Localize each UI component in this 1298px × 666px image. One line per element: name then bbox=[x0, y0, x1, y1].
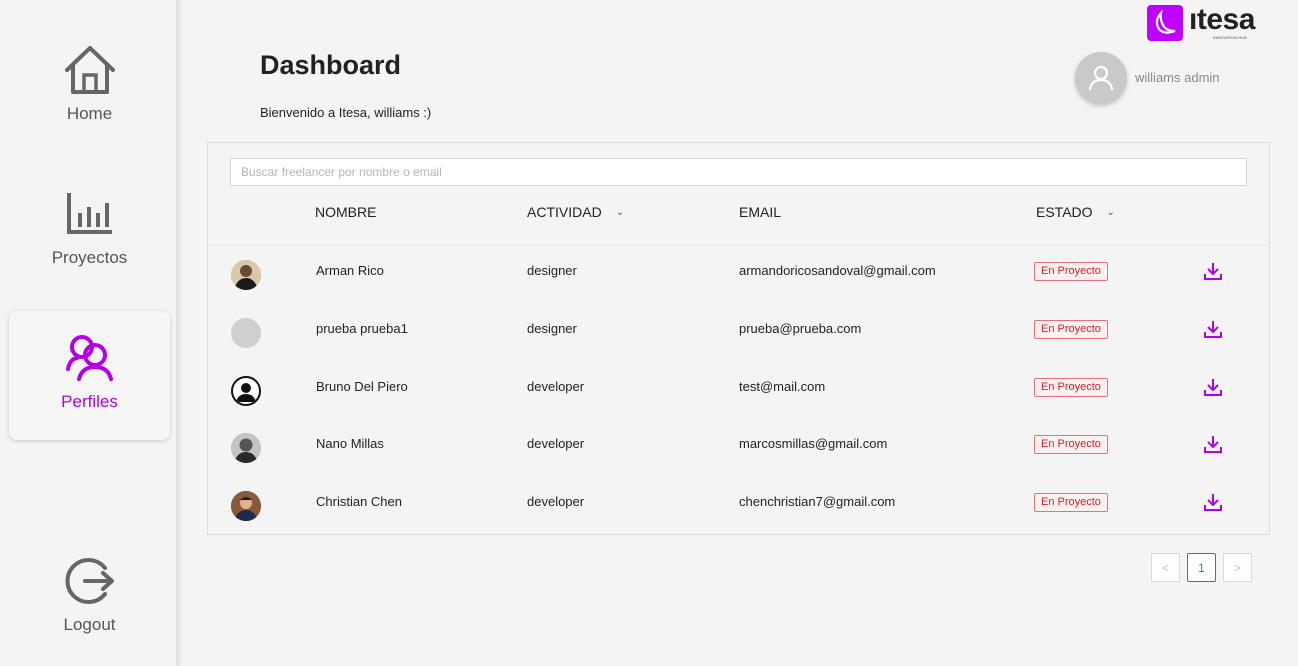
status-badge: En Proyecto bbox=[1034, 262, 1108, 281]
sidebar-item-label: Home bbox=[66, 104, 113, 123]
freelancer-email: marcosmillas@gmail.com bbox=[739, 436, 888, 451]
freelancer-table: NOMBRE ACTIVIDAD⌄ EMAIL ESTADO⌄ Arman Ri… bbox=[207, 142, 1270, 535]
freelancer-email: armandoricosandoval@gmail.com bbox=[739, 263, 936, 278]
logo-tagline: INNOVATION HUB bbox=[1213, 35, 1247, 40]
sidebar-item-logout[interactable]: Logout bbox=[9, 544, 170, 666]
page-title: Dashboard bbox=[260, 50, 402, 80]
table-row[interactable]: Arman Rico designer armandoricosandoval@… bbox=[208, 246, 1269, 304]
users-icon bbox=[9, 333, 170, 381]
download-icon[interactable] bbox=[1203, 377, 1223, 397]
avatar bbox=[231, 260, 261, 290]
user-icon bbox=[1088, 65, 1114, 91]
table-row[interactable]: prueba prueba1 designer prueba@prueba.co… bbox=[208, 304, 1269, 362]
freelancer-name: Nano Millas bbox=[316, 436, 384, 451]
sidebar-item-proyectos[interactable]: Proyectos bbox=[9, 177, 170, 306]
table-row[interactable]: Bruno Del Piero developer test@mail.com … bbox=[208, 362, 1269, 420]
sidebar-item-perfiles[interactable]: Perfiles bbox=[9, 311, 170, 440]
column-header-email: EMAIL bbox=[739, 204, 782, 220]
column-header-actividad[interactable]: ACTIVIDAD ⌄ bbox=[527, 204, 624, 220]
sidebar-item-label: Perfiles bbox=[61, 392, 118, 411]
status-badge: En Proyecto bbox=[1034, 378, 1108, 397]
sidebar-item-label: Logout bbox=[63, 615, 116, 634]
table-row[interactable]: Nano Millas developer marcosmillas@gmail… bbox=[208, 419, 1269, 477]
freelancer-email: chenchristian7@gmail.com bbox=[739, 494, 896, 509]
freelancer-name: Arman Rico bbox=[316, 263, 384, 278]
pagination-prev-button[interactable]: < bbox=[1151, 553, 1180, 582]
avatar[interactable] bbox=[1075, 52, 1127, 104]
sidebar-item-home[interactable]: Home bbox=[9, 33, 170, 162]
welcome-message: Bienvenido a Itesa, williams :) bbox=[260, 105, 432, 120]
user-name: williams admin bbox=[1135, 70, 1220, 85]
status-badge: En Proyecto bbox=[1034, 435, 1108, 454]
chevron-down-icon[interactable]: ⌄ bbox=[1107, 207, 1115, 218]
chevron-down-icon[interactable]: ⌄ bbox=[616, 207, 624, 218]
column-header-estado[interactable]: ESTADO ⌄ bbox=[1036, 204, 1115, 220]
freelancer-name: prueba prueba1 bbox=[316, 321, 408, 336]
column-header-nombre: NOMBRE bbox=[315, 204, 377, 220]
download-icon[interactable] bbox=[1203, 319, 1223, 339]
logo-mark-icon bbox=[1147, 5, 1183, 41]
status-badge: En Proyecto bbox=[1034, 320, 1108, 339]
freelancer-activity: developer bbox=[527, 494, 585, 509]
logout-icon bbox=[9, 555, 170, 607]
avatar bbox=[231, 376, 261, 406]
freelancer-activity: developer bbox=[527, 436, 585, 451]
logo-text: ıtesa bbox=[1189, 3, 1255, 36]
freelancer-email: test@mail.com bbox=[739, 379, 826, 394]
brand-logo: ıtesa INNOVATION HUB bbox=[1147, 5, 1255, 41]
freelancer-activity: designer bbox=[527, 321, 577, 336]
bar-chart-icon bbox=[9, 191, 170, 235]
freelancer-activity: designer bbox=[527, 263, 577, 278]
freelancer-activity: developer bbox=[527, 379, 585, 394]
download-icon[interactable] bbox=[1203, 492, 1223, 512]
freelancer-name: Bruno Del Piero bbox=[316, 379, 408, 394]
home-icon bbox=[9, 45, 170, 95]
status-badge: En Proyecto bbox=[1034, 493, 1108, 512]
sidebar: Home Proyectos Perfiles Logout bbox=[0, 0, 179, 666]
pagination-next-button[interactable]: > bbox=[1223, 553, 1252, 582]
table-row[interactable]: Christian Chen developer chenchristian7@… bbox=[208, 477, 1269, 535]
download-icon[interactable] bbox=[1203, 434, 1223, 454]
search-input[interactable] bbox=[230, 158, 1247, 186]
pagination-page-button[interactable]: 1 bbox=[1187, 553, 1216, 582]
avatar bbox=[231, 433, 261, 463]
sidebar-item-label: Proyectos bbox=[51, 248, 128, 267]
download-icon[interactable] bbox=[1203, 261, 1223, 281]
avatar bbox=[231, 491, 261, 521]
avatar bbox=[231, 318, 261, 348]
freelancer-email: prueba@prueba.com bbox=[739, 321, 862, 336]
freelancer-name: Christian Chen bbox=[316, 494, 402, 509]
